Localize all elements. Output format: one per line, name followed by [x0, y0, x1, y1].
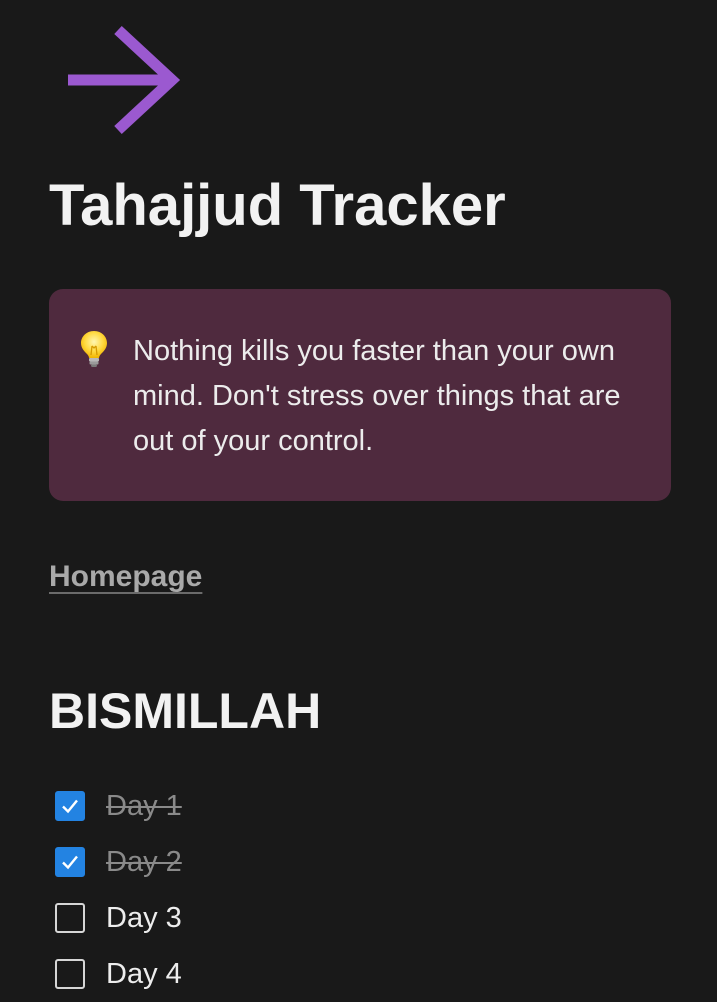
todo-checkbox[interactable]: [55, 959, 85, 989]
todo-label[interactable]: Day 2: [106, 842, 182, 882]
checkmark-icon: [62, 799, 78, 814]
todo-checkbox[interactable]: [55, 903, 85, 933]
section-heading[interactable]: BISMILLAH: [49, 680, 321, 742]
todo-label[interactable]: Day 3: [106, 898, 182, 938]
callout-block[interactable]: Nothing kills you faster than your own m…: [49, 289, 671, 501]
page-title[interactable]: Tahajjud Tracker: [49, 168, 506, 244]
arrow-right-icon[interactable]: [64, 24, 182, 136]
homepage-link[interactable]: Homepage: [49, 556, 202, 598]
todo-checkbox[interactable]: [55, 791, 85, 821]
todo-label[interactable]: Day 1: [106, 786, 182, 826]
callout-text[interactable]: Nothing kills you faster than your own m…: [133, 329, 631, 464]
todo-list: Day 1 Day 2 Day 3 Day 4: [55, 778, 182, 1002]
todo-label[interactable]: Day 4: [106, 954, 182, 994]
todo-item: Day 1: [55, 778, 182, 834]
todo-item: Day 3: [55, 890, 182, 946]
todo-item: Day 2: [55, 834, 182, 890]
checkmark-icon: [62, 855, 78, 870]
todo-checkbox[interactable]: [55, 847, 85, 877]
light-bulb-icon[interactable]: [79, 329, 109, 369]
